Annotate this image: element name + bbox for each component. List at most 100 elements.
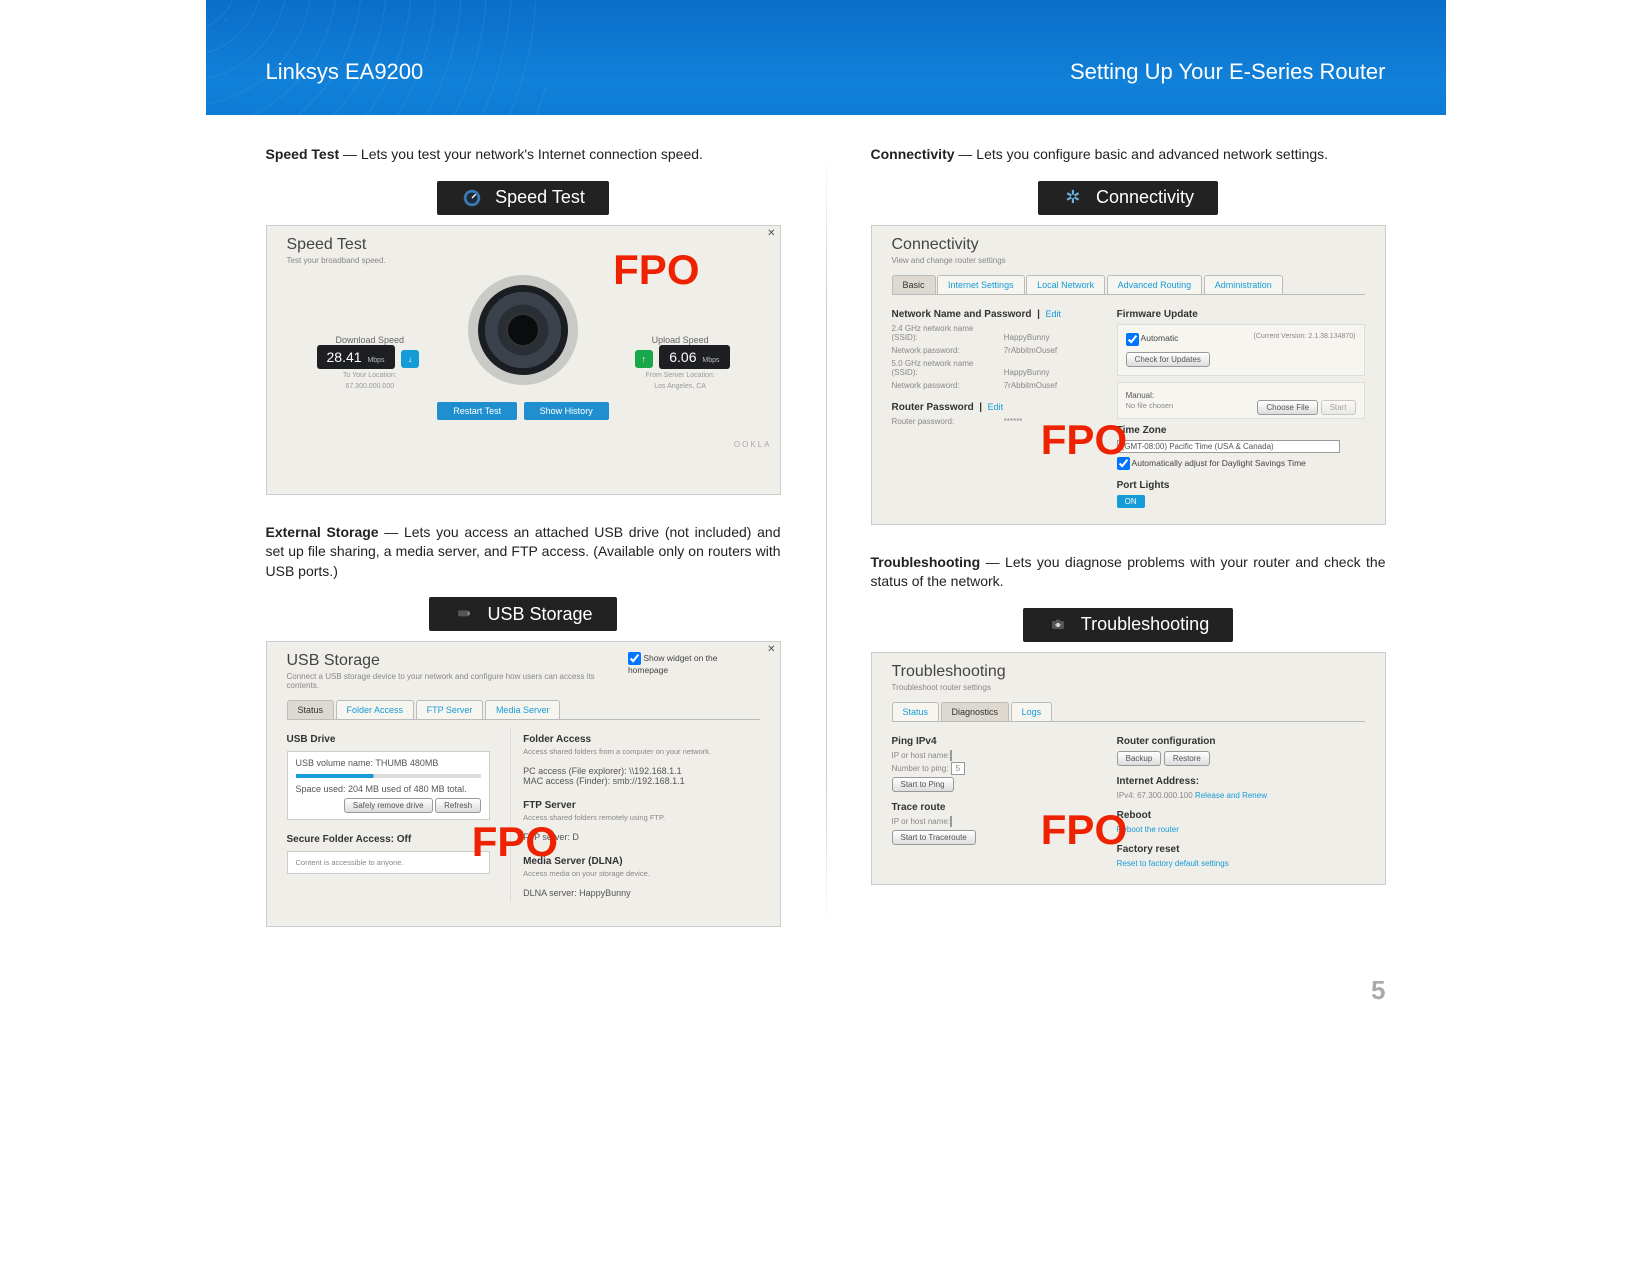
folder-access-sub: Access shared folders from a computer on… (523, 747, 759, 756)
speed-test-paragraph: Speed Test — Lets you test your network'… (266, 145, 781, 165)
tab-administration[interactable]: Administration (1204, 275, 1283, 294)
gauge-icon (461, 187, 483, 209)
network-password-24: 7rAbbitmOusef (1004, 346, 1057, 355)
start-traceroute-button[interactable]: Start to Traceroute (892, 830, 976, 845)
check-updates-button[interactable]: Check for Updates (1126, 352, 1210, 367)
backup-button[interactable]: Backup (1117, 751, 1162, 766)
media-server-sub: Access media on your storage device. (523, 869, 759, 878)
secure-folder-heading: Secure Folder Access: Off (287, 834, 491, 845)
external-storage-paragraph: External Storage — Lets you access an at… (266, 523, 781, 582)
upload-icon: ↑ (635, 350, 653, 368)
tab-advanced-routing[interactable]: Advanced Routing (1107, 275, 1203, 294)
router-config-heading: Router configuration (1117, 736, 1365, 747)
usb-storage-widget-title: USB Storage (429, 597, 616, 631)
ping-heading: Ping IPv4 (892, 736, 1103, 747)
download-location: 67.300.000.000 (317, 383, 424, 390)
network-name-heading: Network Name and Password | Edit (892, 309, 1103, 320)
panel-subtitle: Test your broadband speed. (287, 256, 760, 265)
panel-title: USB Storage (287, 652, 628, 670)
download-speed: 28.41 Mbps (317, 345, 395, 369)
reboot-link[interactable]: Reboot the router (1117, 825, 1365, 834)
external-storage-name: External Storage (266, 524, 379, 540)
tab-internet-settings[interactable]: Internet Settings (937, 275, 1025, 294)
download-location-label: To Your Location: (317, 372, 424, 379)
troubleshooting-widget-title: Troubleshooting (1023, 608, 1233, 642)
header-banner: Linksys EA9200 Setting Up Your E-Series … (206, 0, 1446, 115)
connectivity-widget-title: ✲ Connectivity (1038, 181, 1218, 215)
router-password-heading: Router Password | Edit (892, 402, 1103, 413)
ookla-brand: OOKLA (267, 440, 780, 449)
ftp-server-value: FTP server: D (523, 832, 759, 842)
medkit-icon (1047, 614, 1069, 636)
ping-count-select[interactable]: 5 (951, 762, 965, 775)
secure-folder-sub: Content is accessible to anyone. (296, 858, 482, 867)
ssid-24: HappyBunny (1004, 333, 1050, 342)
start-ping-button[interactable]: Start to Ping (892, 777, 954, 792)
product-name: Linksys EA9200 (266, 59, 424, 85)
tab-ftp-server[interactable]: FTP Server (416, 700, 484, 719)
chapter-title: Setting Up Your E-Series Router (1070, 59, 1386, 85)
tab-folder-access[interactable]: Folder Access (336, 700, 415, 719)
ftp-server-heading: FTP Server (523, 800, 759, 811)
restore-button[interactable]: Restore (1164, 751, 1210, 766)
upload-location-label: From Server Location: (631, 372, 730, 379)
tab-media-server[interactable]: Media Server (485, 700, 561, 719)
tab-basic[interactable]: Basic (892, 275, 936, 294)
release-renew-link[interactable]: Release and Renew (1195, 791, 1267, 800)
edit-link[interactable]: Edit (988, 402, 1004, 412)
edit-link[interactable]: Edit (1045, 309, 1061, 319)
tab-diagnostics[interactable]: Diagnostics (941, 702, 1010, 721)
port-lights-toggle[interactable]: ON (1117, 495, 1145, 508)
pc-access-path: PC access (File explorer): \\192.168.1.1 (523, 766, 759, 776)
tab-status[interactable]: Status (287, 700, 335, 719)
manual-heading: Manual: (1126, 391, 1356, 400)
close-icon[interactable]: ✕ (767, 228, 775, 239)
choose-file-button[interactable]: Choose File (1257, 400, 1318, 415)
upload-speed: 6.06 Mbps (659, 345, 729, 369)
trace-ip-input[interactable] (950, 816, 952, 827)
panel-title: Connectivity (892, 236, 1365, 254)
dst-checkbox[interactable]: Automatically adjust for Daylight Saving… (1117, 457, 1365, 470)
connectivity-name: Connectivity (871, 146, 955, 162)
gear-icon: ✲ (1062, 187, 1084, 209)
refresh-button[interactable]: Refresh (435, 798, 481, 813)
start-button[interactable]: Start (1321, 400, 1356, 415)
close-icon[interactable]: ✕ (767, 644, 775, 655)
port-lights-heading: Port Lights (1117, 480, 1365, 491)
ping-ip-input[interactable] (950, 750, 952, 761)
tab-local-network[interactable]: Local Network (1026, 275, 1105, 294)
restart-test-button[interactable]: Restart Test (437, 402, 517, 420)
media-server-heading: Media Server (DLNA) (523, 856, 759, 867)
ftp-server-sub: Access shared folders remotely using FTP… (523, 813, 759, 822)
panel-title: Speed Test (287, 236, 760, 254)
firmware-update-heading: Firmware Update (1117, 309, 1365, 320)
troubleshooting-name: Troubleshooting (871, 554, 981, 570)
ssid-50: HappyBunny (1004, 368, 1050, 377)
trace-route-heading: Trace route (892, 802, 1103, 813)
timezone-select[interactable]: (GMT-08:00) Pacific Time (USA & Canada) (1117, 440, 1340, 453)
firmware-version: (Current Version: 2.1.38.134870) (1254, 333, 1356, 340)
homepage-widget-checkbox[interactable]: Show widget on the homepage (628, 652, 760, 675)
usb-space-used: Space used: 204 MB used of 480 MB total. (296, 784, 482, 794)
automatic-checkbox[interactable]: Automatic (1126, 333, 1179, 343)
speed-test-widget-title: Speed Test (437, 181, 609, 215)
usb-storage-screenshot: FPO ✕ USB Storage Connect a USB storage … (266, 641, 781, 927)
speed-gauge (468, 275, 578, 385)
router-password: ****** (1004, 417, 1023, 426)
internet-address-value: IPv4: 67.300.000.100 (1117, 791, 1193, 800)
internet-address-heading: Internet Address: (1117, 776, 1365, 787)
usb-volume-name: USB volume name: THUMB 480MB (296, 758, 482, 768)
upload-label: Upload Speed (631, 335, 730, 345)
troubleshooting-paragraph: Troubleshooting — Lets you diagnose prob… (871, 553, 1386, 592)
speed-test-name: Speed Test (266, 146, 340, 162)
tab-logs[interactable]: Logs (1011, 702, 1053, 721)
tab-status[interactable]: Status (892, 702, 940, 721)
usb-drive-heading: USB Drive (287, 734, 491, 745)
folder-access-heading: Folder Access (523, 734, 759, 745)
factory-reset-link[interactable]: Reset to factory default settings (1117, 859, 1365, 868)
show-history-button[interactable]: Show History (524, 402, 609, 420)
troubleshooting-screenshot: FPO Troubleshooting Troubleshoot router … (871, 652, 1386, 885)
speed-test-screenshot: FPO ✕ Speed Test Test your broadband spe… (266, 225, 781, 495)
network-password-50: 7rAbbitmOusef (1004, 381, 1057, 390)
safely-remove-button[interactable]: Safely remove drive (344, 798, 433, 813)
